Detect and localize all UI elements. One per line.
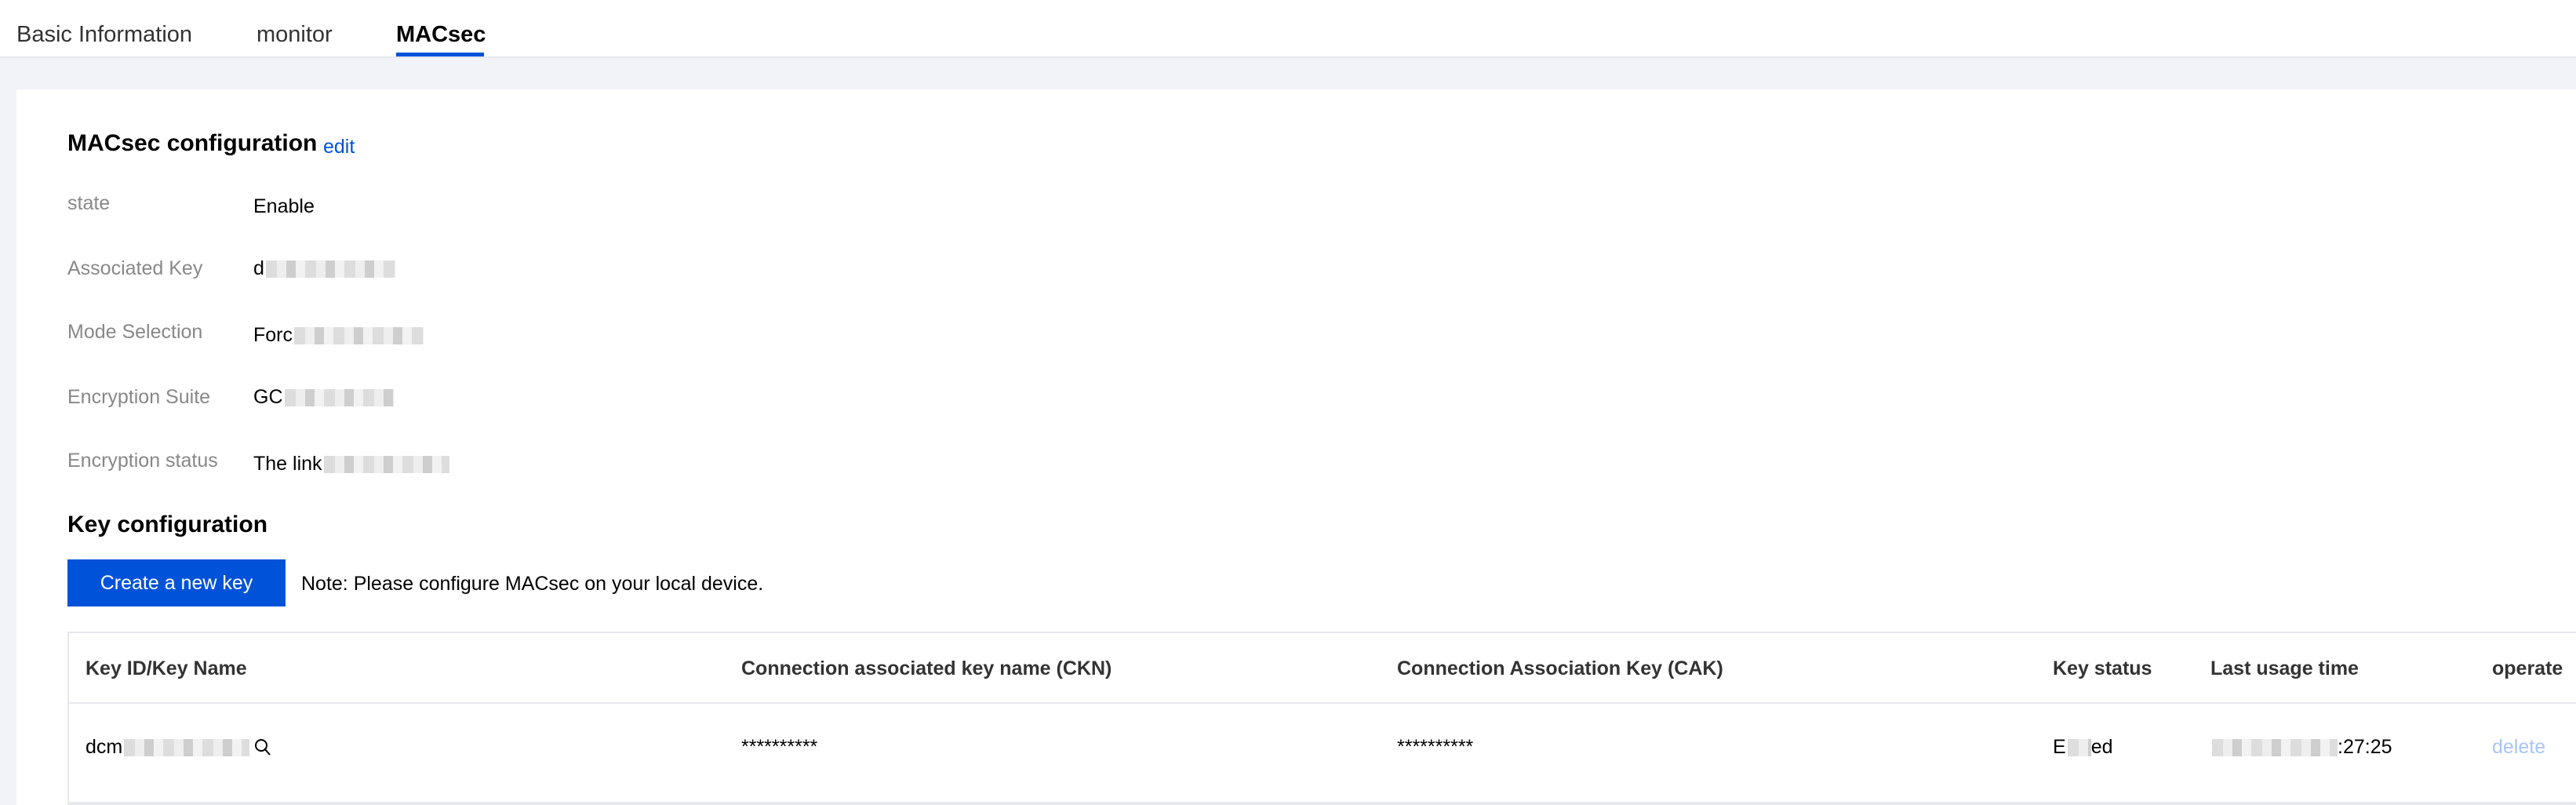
state-value: Enable	[253, 195, 315, 217]
encryption-status-label: Encryption status	[67, 450, 218, 472]
table-header: Key ID/Key Name Connection associated ke…	[69, 633, 2576, 704]
column-operate: operate	[2492, 657, 2563, 679]
associated-key-value: d	[253, 257, 395, 280]
column-key-id: Key ID/Key Name	[86, 657, 247, 679]
last-usage-time-cell: :27:25	[2210, 735, 2392, 759]
keys-table: Key ID/Key Name Connection associated ke…	[67, 632, 2576, 805]
mode-selection-value: Forc	[253, 323, 424, 347]
cak-cell: **********	[1397, 736, 1474, 758]
redacted-region	[2067, 739, 2091, 757]
table-row: dcm ********** ********** Eed :27:25 del…	[69, 705, 2576, 803]
edit-link[interactable]: edit	[323, 135, 355, 158]
tab-basic-information[interactable]: Basic Information	[16, 20, 192, 49]
column-last-usage-time: Last usage time	[2210, 657, 2359, 679]
encryption-suite-value: GC	[253, 385, 395, 409]
redacted-region	[323, 456, 449, 474]
tab-monitor[interactable]: monitor	[257, 20, 333, 49]
create-new-key-button[interactable]: Create a new key	[67, 559, 286, 606]
tab-macsec[interactable]: MACsec	[396, 20, 486, 49]
key-status-cell: Eed	[2053, 736, 2113, 758]
state-label: state	[67, 192, 111, 214]
column-cak: Connection Association Key (CAK)	[1397, 657, 1723, 679]
redacted-region	[284, 389, 395, 407]
tab-bar: Basic Information monitor MACsec	[0, 0, 2576, 58]
key-configuration-title: Key configuration	[67, 512, 268, 537]
mode-selection-label: Mode Selection	[67, 321, 203, 343]
ckn-cell: **********	[741, 736, 818, 758]
associated-key-label: Associated Key	[67, 257, 203, 279]
encryption-suite-label: Encryption Suite	[67, 386, 211, 408]
column-ckn: Connection associated key name (CKN)	[741, 657, 1112, 679]
active-tab-indicator	[396, 53, 484, 56]
key-id-cell: dcm	[86, 735, 271, 759]
column-key-status: Key status	[2053, 657, 2152, 679]
redacted-region	[124, 739, 250, 757]
delete-link[interactable]: delete	[2492, 735, 2545, 759]
redacted-region	[294, 327, 424, 345]
encryption-status-value: The link	[253, 452, 449, 475]
redacted-region	[265, 260, 395, 279]
redacted-region	[2212, 739, 2338, 757]
macsec-configuration-title: MACsec configuration	[67, 130, 318, 156]
configuration-note: Note: Please configure MACsec on your lo…	[301, 573, 764, 595]
pointer-cursor-icon	[255, 739, 271, 756]
